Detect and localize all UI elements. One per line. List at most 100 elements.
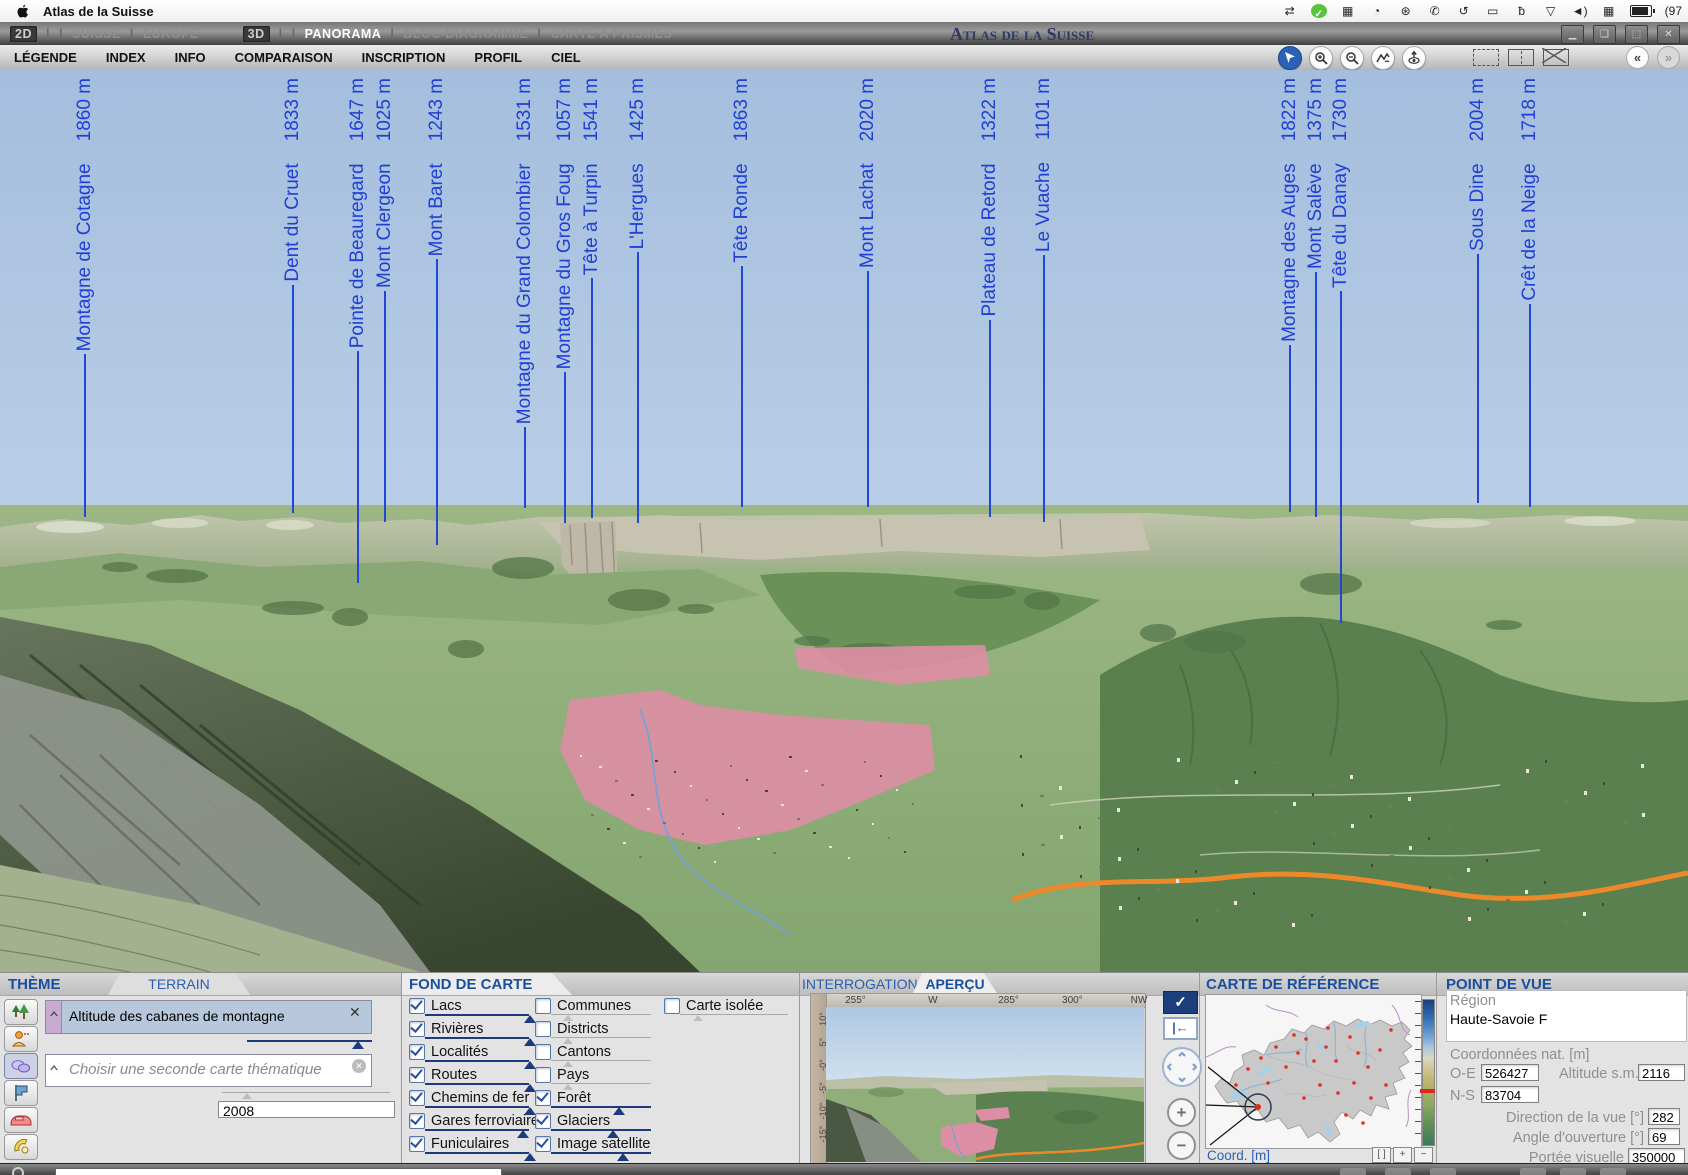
slider-thumb[interactable] [613,1107,625,1115]
close-theme-icon[interactable]: ✕ [349,1005,361,1019]
eye-up-icon[interactable] [1402,46,1426,70]
basemap-option-cantons[interactable]: Cantons [535,1044,611,1060]
nav-item-3d[interactable]: 3D [243,26,270,42]
envelope-frame-icon[interactable] [1543,49,1569,66]
menu-item-info[interactable]: INFO [175,50,206,65]
cursor-icon[interactable] [1278,46,1302,70]
nav-item-carte-a-prismes[interactable]: CARTE A PRISMES [550,27,672,41]
altitude-field[interactable]: 2116 [1638,1064,1685,1081]
chevron-right-icon[interactable]: » [1657,46,1680,69]
reset-view-button[interactable]: |← [1163,1017,1198,1040]
checkbox[interactable] [409,1044,425,1060]
chevron-left-icon[interactable]: « [1626,46,1649,69]
nav-item-suisse[interactable]: SUISSE [72,27,121,41]
slider-thumb[interactable] [617,1153,629,1161]
pan-control[interactable] [1162,1047,1202,1087]
bluetooth-icon[interactable]: ƀ [1514,0,1530,22]
basemap-option-routes[interactable]: Routes [409,1067,477,1083]
zoom-in-icon[interactable] [1309,46,1333,70]
slider-thumb[interactable] [524,1015,536,1023]
close-button[interactable]: ✕ [1657,25,1680,44]
angle-field[interactable]: 69 [1648,1128,1680,1145]
zoom-out-box-icon[interactable]: − [1414,1147,1433,1163]
status-input[interactable] [55,1168,502,1175]
ns-field[interactable]: 83704 [1481,1086,1539,1103]
second-thematic-combo[interactable]: Choisir une seconde carte thématique [45,1054,372,1087]
flag-icon[interactable] [4,1080,38,1106]
minimize-button[interactable]: ▁ [1561,25,1584,44]
panorama-preview[interactable]: 255°W285°300°NW 10°5°-0°-5°-10°-15° [810,993,1146,1164]
clouds-icon[interactable] [4,1053,38,1079]
display-icon[interactable]: ▭ [1485,0,1501,22]
nav-item-europe[interactable]: EUROPE [143,27,199,41]
shield-check-icon[interactable]: ✓ [1311,4,1327,18]
layer-opacity-slider[interactable] [425,1152,529,1162]
displays-icon[interactable]: ▦ [1340,0,1356,22]
slider-thumb[interactable] [524,1038,536,1046]
menu-item-profil[interactable]: PROFIL [474,50,522,65]
statusbar-icon[interactable] [1520,1168,1546,1175]
combo-chevron-icon[interactable] [46,1055,62,1086]
apply-button[interactable]: ✓ [1163,991,1198,1014]
checkbox[interactable] [409,1090,425,1106]
zoom-in-box-icon[interactable]: + [1393,1147,1412,1163]
checkbox[interactable] [409,998,425,1014]
oe-field[interactable]: 526427 [1481,1064,1539,1081]
statusbar-icon[interactable] [1385,1168,1411,1175]
clear-second-map-icon[interactable]: ✕ [352,1059,366,1073]
statusbar-icon[interactable] [1430,1168,1456,1175]
nav-item-bloc-diagramme[interactable]: BLOC-DIAGRAMME [403,27,528,41]
slider-thumb[interactable] [524,1061,536,1069]
basemap-option-lacs[interactable]: Lacs [409,998,462,1014]
statusbar-icon[interactable] [1600,1168,1626,1175]
nav-item-2d[interactable]: 2D [10,26,37,42]
basemap-option-districts[interactable]: Districts [535,1021,609,1037]
checkbox[interactable] [535,1044,551,1060]
sync-icon[interactable]: ⇄ [1282,0,1298,22]
basemap-option-rivières[interactable]: Rivières [409,1021,483,1037]
checkbox[interactable] [535,1136,551,1152]
year-field[interactable]: 2008 [218,1101,395,1118]
apple-menu-icon[interactable] [16,4,29,19]
switzerland-map[interactable] [1205,994,1422,1149]
basemap-option-carte-isolée[interactable]: Carte isolée [664,998,763,1014]
theme-opacity-slider[interactable] [247,1040,372,1050]
dashed-frame-icon[interactable] [1473,49,1499,66]
basemap-option-gares-ferroviaires[interactable]: Gares ferroviaires [409,1113,546,1129]
zoom-out-icon[interactable] [1340,46,1364,70]
checkbox[interactable] [535,1113,551,1129]
maximize-button[interactable]: ❑ [1593,25,1616,44]
basemap-option-funiculaires[interactable]: Funiculaires [409,1136,509,1152]
split-frame-icon[interactable] [1508,49,1534,66]
accessibility-icon[interactable]: ⊛ [1398,0,1414,22]
battery-icon[interactable] [1630,5,1652,17]
wifi-icon[interactable]: ▽ [1543,0,1559,22]
people-icon[interactable] [4,1026,38,1052]
statusbar-icon[interactable] [1340,1168,1366,1175]
handset-icon[interactable] [4,1134,38,1160]
fullscreen-button[interactable]: ⬚ [1625,25,1648,44]
slider-thumb[interactable] [517,1130,529,1138]
checkbox[interactable] [535,1021,551,1037]
statusbar-icon[interactable] [1560,1168,1586,1175]
basemap-option-glaciers[interactable]: Glaciers [535,1113,610,1129]
time-machine-icon[interactable]: ↺ [1456,0,1472,22]
thematic-map-combo[interactable]: Altitude des cabanes de montagne [45,1000,372,1034]
slider-thumb[interactable] [524,1153,536,1161]
tab-interrogation[interactable]: INTERROGATION [802,973,914,995]
menu-item-comparaison[interactable]: COMPARAISON [235,50,333,65]
slider-thumb[interactable] [693,1015,703,1021]
tab-apercu[interactable]: APERÇU [912,973,998,995]
checkbox[interactable] [409,1113,425,1129]
fullscreen-icon[interactable]: [ ] [1372,1147,1391,1163]
basemap-option-pays[interactable]: Pays [535,1067,589,1083]
pan-terrain-icon[interactable] [1371,46,1395,70]
direction-field[interactable]: 282 [1648,1108,1680,1125]
nav-item-panorama[interactable]: PANORAMA [305,27,382,41]
panorama-viewport[interactable]: Montagne de Cotagne1860 mDent du Cruet18… [0,70,1688,972]
zoom-out-button[interactable]: − [1167,1131,1196,1160]
checkbox[interactable] [535,1090,551,1106]
menu-item-légende[interactable]: LÉGENDE [14,50,77,65]
basemap-option-localités[interactable]: Localités [409,1044,488,1060]
menu-item-inscription[interactable]: INSCRIPTION [362,50,446,65]
